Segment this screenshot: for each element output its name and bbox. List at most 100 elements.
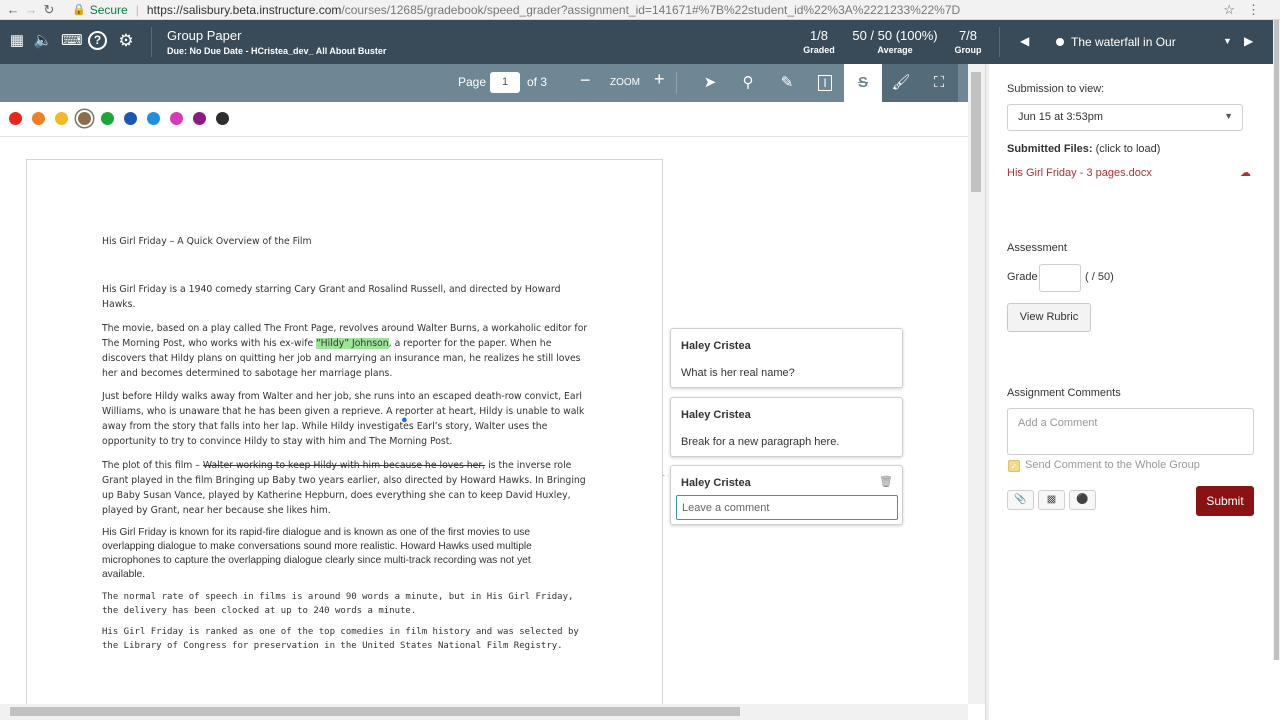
- help-icon[interactable]: ?: [88, 31, 107, 50]
- scrollbar-thumb[interactable]: [10, 707, 740, 716]
- strikeout-icon[interactable]: S: [844, 64, 882, 102]
- scrollbar-thumb[interactable]: [1274, 20, 1279, 660]
- color-swatch-dark-blue[interactable]: [124, 112, 137, 125]
- color-swatch-red[interactable]: [9, 112, 22, 125]
- assignment-title[interactable]: Group Paper: [167, 28, 241, 43]
- grading-panel: Submission to view: Jun 15 at 3:53pm ▼ S…: [989, 64, 1280, 720]
- student-dropdown-icon[interactable]: ▼: [1223, 36, 1232, 46]
- submit-comment-button[interactable]: Submit: [1196, 486, 1254, 516]
- document-viewer[interactable]: His Girl Friday – A Quick Overview of th…: [0, 137, 968, 704]
- forward-icon[interactable]: →: [22, 2, 40, 17]
- view-rubric-button[interactable]: View Rubric: [1007, 303, 1091, 332]
- chevron-down-icon: ▼: [1224, 111, 1233, 121]
- browser-address-bar: ← → ↻ 🔒 Secure | https://salisbury.beta.…: [0, 0, 1280, 20]
- freehand-draw-icon[interactable]: 🖌: [882, 64, 920, 102]
- paragraph-4-text-a: The plot of this film –: [102, 460, 203, 471]
- document-page[interactable]: His Girl Friday – A Quick Overview of th…: [26, 159, 663, 704]
- next-student-icon[interactable]: ▶: [1244, 34, 1253, 48]
- gradebook-icon[interactable]: ▦: [7, 31, 27, 51]
- graded-stat: 1/8 Graded: [801, 28, 837, 55]
- point-pin-icon[interactable]: ⚲: [729, 64, 767, 102]
- submission-status-dot: [1056, 38, 1064, 46]
- url-field[interactable]: https://salisbury.beta.instructure.com/c…: [147, 3, 960, 17]
- comment-author: Haley Cristea: [681, 409, 751, 421]
- send-to-group-checkbox[interactable]: ✓: [1008, 460, 1020, 472]
- document-horizontal-scrollbar[interactable]: [0, 704, 968, 720]
- submitted-files-title: Submitted Files:: [1007, 143, 1093, 155]
- assignment-subtitle: Due: No Due Date - HCristea_dev_ All Abo…: [167, 46, 387, 56]
- send-to-group-label: Send Comment to the Whole Group: [1025, 459, 1200, 471]
- point-annotation-pin-icon[interactable]: ●: [401, 414, 408, 426]
- media-comment-icon[interactable]: ▩: [1038, 490, 1065, 510]
- zoom-in-button[interactable]: +: [654, 69, 665, 90]
- average-label: Average: [877, 45, 913, 55]
- submission-to-view-label: Submission to view:: [1007, 83, 1105, 95]
- color-swatch-pink[interactable]: [170, 112, 183, 125]
- header-divider-2: [999, 27, 1000, 57]
- cloud-download-icon[interactable]: ☁: [1240, 166, 1251, 179]
- comment-card-active[interactable]: Haley Cristea 🗑 Leave a comment: [670, 465, 903, 525]
- settings-gear-icon[interactable]: ⚙: [116, 31, 136, 51]
- paragraph-7: His Girl Friday is ranked as one of the …: [102, 627, 579, 651]
- submission-select-value: Jun 15 at 3:53pm: [1018, 111, 1104, 123]
- grade-input[interactable]: [1039, 264, 1081, 292]
- paragraph-1: His Girl Friday is a 1940 comedy starrin…: [102, 284, 561, 310]
- leave-comment-input[interactable]: Leave a comment: [676, 495, 898, 520]
- group-label: Group: [954, 45, 982, 55]
- browser-actions: ☆⋮: [1223, 2, 1272, 18]
- keyboard-icon[interactable]: ⌨: [61, 31, 83, 51]
- submitted-file-link[interactable]: His Girl Friday - 3 pages.docx: [1007, 167, 1152, 179]
- color-swatch-yellow[interactable]: [55, 112, 68, 125]
- secure-label: Secure: [89, 2, 128, 17]
- color-swatch-purple[interactable]: [193, 112, 206, 125]
- zoom-out-button[interactable]: −: [580, 70, 591, 91]
- average-value: 50 / 50 (100%): [852, 28, 938, 43]
- highlight-pen-icon[interactable]: ✎: [768, 64, 806, 102]
- color-swatch-blue[interactable]: [147, 112, 160, 125]
- group-stat: 7/8 Group: [950, 28, 986, 55]
- paragraph-3: Just before Hildy walks away from Walter…: [102, 391, 585, 447]
- browser-menu-icon[interactable]: ⋮: [1247, 2, 1272, 17]
- color-palette: [0, 102, 968, 137]
- annotation-toolbar: Page 1 of 3 − ZOOM + ➤ ⚲ ✎ I S 🖌 ⛶: [0, 64, 968, 102]
- page-number-input[interactable]: 1: [490, 72, 520, 93]
- color-swatch-black[interactable]: [216, 112, 229, 125]
- comment-text: Break for a new paragraph here.: [681, 436, 840, 448]
- comment-card[interactable]: Haley Cristea Break for a new paragraph …: [670, 397, 903, 457]
- highlight-annotation[interactable]: “Hildy” Johnson: [316, 338, 389, 349]
- document-title: His Girl Friday – A Quick Overview of th…: [102, 236, 312, 247]
- comment-card[interactable]: Haley Cristea What is her real name?: [670, 328, 903, 388]
- student-selector[interactable]: The waterfall in Our: [1056, 35, 1176, 49]
- free-text-icon[interactable]: I: [806, 64, 844, 102]
- toolbar-divider: [676, 72, 677, 94]
- select-cursor-icon[interactable]: ➤: [691, 64, 729, 102]
- color-swatch-brown[interactable]: [78, 112, 91, 125]
- previous-student-icon[interactable]: ◀: [1020, 34, 1029, 48]
- url-host: https://salisbury.beta.instructure.com: [146, 2, 342, 17]
- color-swatch-green[interactable]: [101, 112, 114, 125]
- add-comment-textarea[interactable]: Add a Comment: [1007, 408, 1254, 455]
- page-count: of 3: [527, 75, 548, 89]
- zoom-label: ZOOM: [610, 77, 640, 88]
- assignment-comments-label: Assignment Comments: [1007, 387, 1121, 399]
- star-icon[interactable]: ☆: [1223, 2, 1247, 17]
- url-divider: |: [135, 2, 139, 17]
- submission-select[interactable]: Jun 15 at 3:53pm ▼: [1007, 104, 1243, 131]
- mute-icon[interactable]: 🔈: [33, 31, 53, 51]
- student-name: The waterfall in Our: [1071, 35, 1176, 49]
- assessment-label: Assessment: [1007, 242, 1067, 254]
- paragraph-6: The normal rate of speech in films is ar…: [102, 592, 574, 616]
- back-icon[interactable]: ←: [4, 2, 22, 17]
- document-vertical-scrollbar[interactable]: [968, 64, 985, 704]
- page-vertical-scrollbar[interactable]: [1273, 20, 1280, 660]
- trash-icon[interactable]: 🗑: [879, 475, 893, 488]
- strikeout-annotation[interactable]: Walter working to keep Hildy with him be…: [203, 460, 485, 471]
- attach-file-icon[interactable]: 📎: [1007, 490, 1034, 510]
- reload-icon[interactable]: ↻: [40, 2, 58, 18]
- area-box-icon[interactable]: ⛶: [920, 64, 958, 102]
- paragraph-2: The movie, based on a play called The Fr…: [102, 321, 592, 381]
- microphone-icon[interactable]: ⚫: [1069, 490, 1096, 510]
- color-swatch-orange[interactable]: [32, 112, 45, 125]
- scrollbar-thumb[interactable]: [971, 72, 981, 192]
- grade-label: Grade: [1007, 271, 1038, 283]
